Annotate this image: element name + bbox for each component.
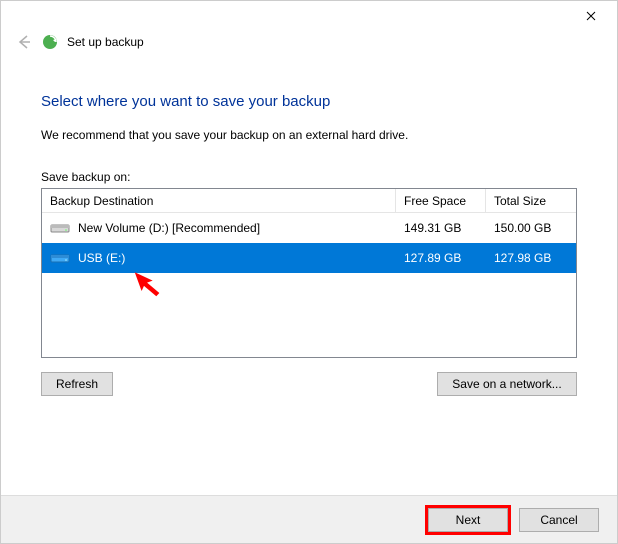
mid-button-row: Refresh Save on a network... [41, 372, 577, 396]
close-button[interactable] [571, 2, 611, 30]
total-size-value: 127.98 GB [486, 251, 576, 265]
next-button[interactable]: Next [428, 508, 508, 532]
hdd-icon [50, 221, 70, 235]
col-total-size[interactable]: Total Size [486, 189, 576, 212]
titlebar [1, 1, 617, 31]
col-free-space[interactable]: Free Space [396, 189, 486, 212]
content-area: Select where you want to save your backu… [1, 51, 617, 396]
cancel-button[interactable]: Cancel [519, 508, 599, 532]
footer: Next Cancel [1, 495, 617, 543]
total-size-value: 150.00 GB [486, 221, 576, 235]
destination-table: Backup Destination Free Space Total Size… [41, 188, 577, 358]
close-icon [586, 11, 596, 21]
wizard-header: Set up backup [1, 31, 617, 51]
wizard-icon [41, 33, 59, 51]
table-row[interactable]: USB (E:) 127.89 GB 127.98 GB [42, 243, 576, 273]
table-header: Backup Destination Free Space Total Size [42, 189, 576, 213]
col-destination[interactable]: Backup Destination [42, 189, 396, 212]
back-arrow-icon [15, 33, 33, 51]
recommendation-text: We recommend that you save your backup o… [41, 128, 577, 142]
table-row[interactable]: New Volume (D:) [Recommended] 149.31 GB … [42, 213, 576, 243]
free-space-value: 149.31 GB [396, 221, 486, 235]
save-on-network-button[interactable]: Save on a network... [437, 372, 577, 396]
drive-name: USB (E:) [78, 251, 125, 265]
page-heading: Select where you want to save your backu… [41, 93, 577, 110]
refresh-button[interactable]: Refresh [41, 372, 113, 396]
free-space-value: 127.89 GB [396, 251, 486, 265]
back-button[interactable] [15, 33, 33, 51]
drive-name: New Volume (D:) [Recommended] [78, 221, 260, 235]
next-highlight: Next [425, 505, 511, 535]
save-backup-label: Save backup on: [41, 170, 577, 184]
wizard-title: Set up backup [67, 35, 144, 49]
usb-drive-icon [50, 251, 70, 265]
